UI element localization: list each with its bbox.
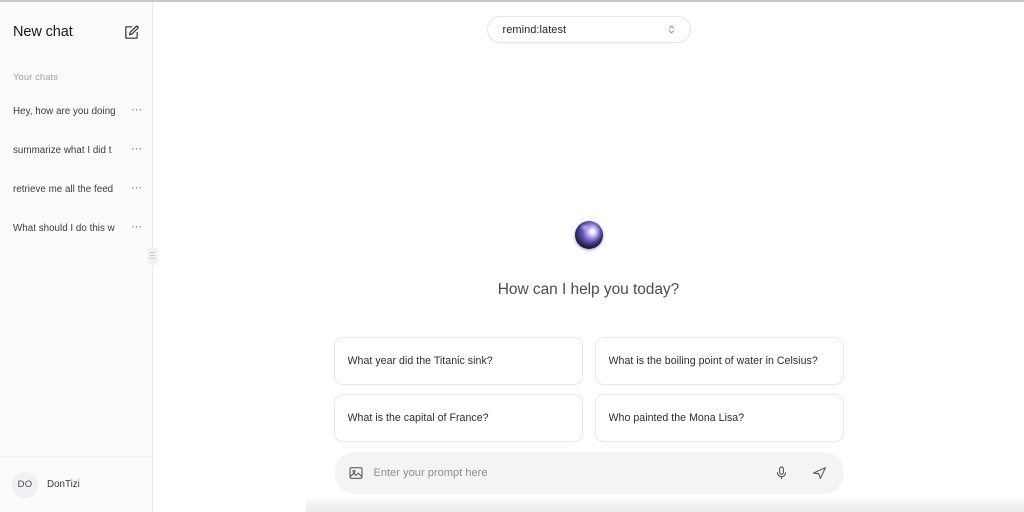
page-title: How can I help you today? bbox=[497, 281, 680, 298]
chat-item-title: What should I do this w bbox=[13, 223, 115, 234]
suggestion-card-text: What year did the Titanic sink? bbox=[347, 355, 493, 367]
hero-block: How can I help you today? bbox=[153, 221, 1024, 299]
suggestion-grid: What year did the Titanic sink? What is … bbox=[333, 337, 844, 442]
sidebar-resize-handle[interactable] bbox=[147, 248, 158, 265]
suggestion-card[interactable]: What year did the Titanic sink? bbox=[333, 337, 583, 385]
suggestion-card[interactable]: What is the boiling point of water in Ce… bbox=[594, 337, 844, 385]
chat-list: Hey, how are you doing ⋯ summarize what … bbox=[0, 83, 152, 248]
chat-list-item[interactable]: summarize what I did t ⋯ bbox=[0, 131, 152, 170]
orb-logo-icon bbox=[574, 221, 603, 249]
sidebar-section-label: Your chats bbox=[13, 72, 59, 83]
suggestion-card-text: Who painted the Mona Lisa? bbox=[608, 412, 745, 424]
window-top-edge bbox=[0, 0, 1024, 2]
new-chat-title[interactable]: New chat bbox=[13, 24, 73, 40]
chat-item-title: Hey, how are you doing bbox=[13, 106, 116, 117]
bottom-fade-overlay bbox=[306, 497, 1024, 512]
chat-list-item[interactable]: What should I do this w ⋯ bbox=[0, 209, 152, 248]
sidebar: New chat Your chats Hey, how are you doi… bbox=[0, 0, 158, 512]
chat-list-item[interactable]: retrieve me all the feed ⋯ bbox=[0, 170, 152, 209]
ellipsis-icon[interactable]: ⋯ bbox=[131, 143, 143, 156]
prompt-input[interactable] bbox=[373, 467, 764, 479]
microphone-icon[interactable] bbox=[774, 465, 789, 481]
chevron-up-down-icon bbox=[667, 23, 676, 36]
ellipsis-icon[interactable]: ⋯ bbox=[131, 182, 143, 195]
drag-handle-icon bbox=[150, 252, 155, 261]
main-content: remind:latest How can I help you today? … bbox=[153, 0, 1024, 512]
user-profile-row[interactable]: DO DonTizi bbox=[0, 456, 152, 512]
suggestion-card-text: What is the capital of France? bbox=[347, 412, 489, 424]
prompt-bar bbox=[333, 452, 844, 494]
suggestion-card-text: What is the boiling point of water in Ce… bbox=[608, 355, 818, 367]
chat-item-title: summarize what I did t bbox=[13, 145, 112, 156]
image-attachment-icon[interactable] bbox=[348, 465, 364, 481]
send-paper-plane-icon[interactable] bbox=[811, 465, 828, 481]
app-window: New chat Your chats Hey, how are you doi… bbox=[0, 0, 1024, 512]
model-selector[interactable]: remind:latest bbox=[486, 16, 691, 43]
suggestion-card[interactable]: Who painted the Mona Lisa? bbox=[594, 394, 844, 442]
avatar: DO bbox=[12, 471, 38, 498]
chat-item-title: retrieve me all the feed bbox=[13, 184, 114, 195]
suggestion-card[interactable]: What is the capital of France? bbox=[333, 394, 583, 442]
sidebar-header: New chat bbox=[0, 0, 152, 46]
chat-list-item[interactable]: Hey, how are you doing ⋯ bbox=[0, 92, 152, 131]
compose-pencil-square-icon[interactable] bbox=[123, 24, 140, 41]
model-selector-value: remind:latest bbox=[502, 23, 567, 36]
ellipsis-icon[interactable]: ⋯ bbox=[131, 221, 143, 234]
ellipsis-icon[interactable]: ⋯ bbox=[131, 104, 143, 117]
username-label: DonTizi bbox=[47, 479, 80, 490]
